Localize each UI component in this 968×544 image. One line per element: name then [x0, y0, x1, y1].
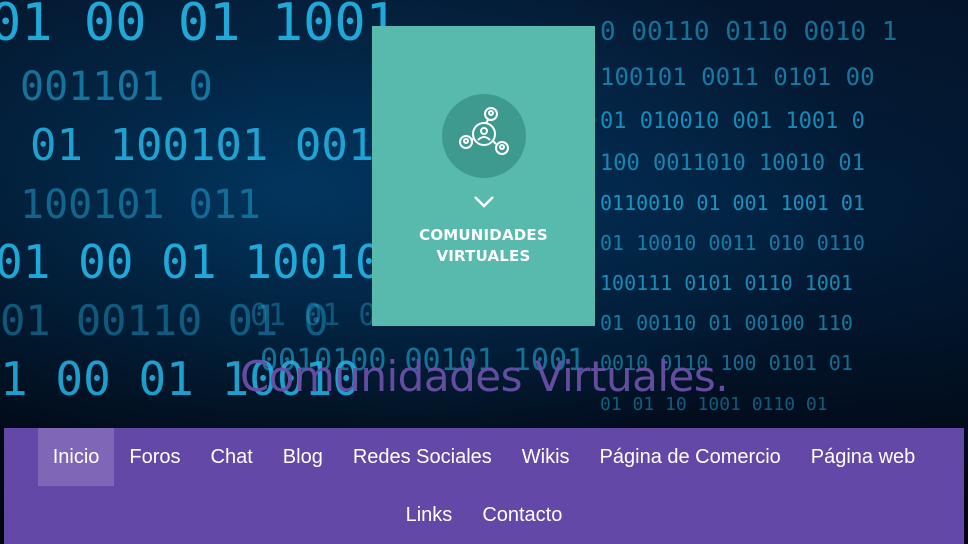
nav-item-inicio[interactable]: Inicio: [37, 428, 115, 486]
svg-text:100 0011010 10010 01: 100 0011010 10010 01: [600, 151, 865, 176]
svg-text:01 010010 001 1001 0: 01 010010 001 1001 0: [600, 109, 865, 134]
svg-text:100101 0011 0101 00: 100101 0011 0101 00: [600, 63, 875, 91]
svg-text:01 10010 0011 010 0110: 01 10010 0011 010 0110: [600, 231, 865, 255]
nav-item-pagina-web[interactable]: Página web: [796, 428, 931, 486]
card-title-line-1: COMUNIDADES: [419, 226, 548, 244]
nav-item-pagina-de-comercio[interactable]: Página de Comercio: [585, 428, 796, 486]
nav-item-foros[interactable]: Foros: [114, 428, 195, 486]
main-navigation: Inicio Foros Chat Blog Redes Sociales Wi…: [4, 428, 964, 544]
svg-text:01 00110 01 00100 110: 01 00110 01 00100 110: [600, 311, 853, 335]
nav-row-2: Links Contacto: [4, 486, 964, 544]
nav-row-1: Inicio Foros Chat Blog Redes Sociales Wi…: [4, 428, 964, 486]
svg-text:0110010 01 001 1001 01: 0110010 01 001 1001 01: [600, 191, 865, 215]
card-title: COMUNIDADES VIRTUALES: [404, 225, 564, 267]
nav-item-links[interactable]: Links: [391, 486, 468, 544]
community-network-icon: [441, 94, 526, 178]
card-title-line-2: VIRTUALES: [436, 247, 531, 265]
logo-card[interactable]: COMUNIDADES VIRTUALES: [372, 26, 595, 326]
nav-item-redes-sociales[interactable]: Redes Sociales: [338, 428, 507, 486]
svg-text:001101 0: 001101 0: [20, 64, 213, 110]
svg-text:100101 011: 100101 011: [20, 182, 261, 228]
svg-text:01 00 01 1001: 01 00 01 1001: [0, 0, 397, 53]
chevron-down-icon: [473, 194, 495, 213]
nav-item-wikis[interactable]: Wikis: [507, 428, 585, 486]
svg-text:100111 0101 0110 1001: 100111 0101 0110 1001: [600, 271, 853, 295]
site-title: Comunidades Virtuales.: [239, 352, 729, 401]
nav-item-chat[interactable]: Chat: [196, 428, 268, 486]
svg-text:0 00110 0110 0010 1: 0 00110 0110 0010 1: [600, 17, 897, 47]
nav-item-contacto[interactable]: Contacto: [467, 486, 577, 544]
nav-item-blog[interactable]: Blog: [268, 428, 338, 486]
svg-text:01 100101 0011: 01 100101 0011: [30, 120, 401, 171]
svg-text:01 00 01 10010: 01 00 01 10010: [0, 235, 383, 289]
